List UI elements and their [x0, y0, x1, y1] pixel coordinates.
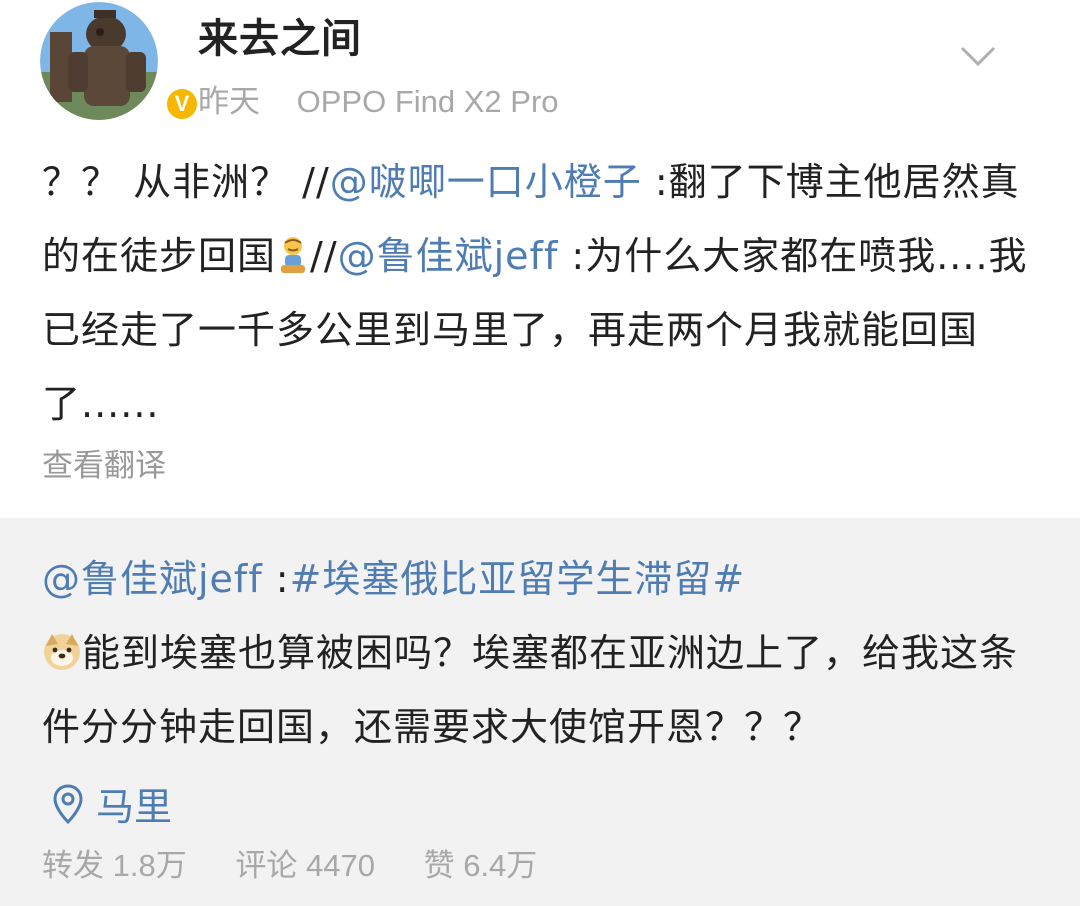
doge-emoji	[44, 634, 80, 670]
location-pin-icon	[53, 783, 83, 824]
verified-badge-icon: V	[164, 86, 200, 122]
repost-author-mention[interactable]: @鲁佳斌jeff	[42, 557, 263, 601]
mention-link-1[interactable]: @啵唧一口小橙子	[330, 160, 642, 204]
post-meta: 昨天 OPPO Find X2 Pro	[198, 76, 559, 121]
sitting-person-emoji	[281, 237, 306, 273]
repost-colon: :	[262, 557, 290, 601]
post-header: V 来去之间 昨天 OPPO Find X2 Pro	[0, 0, 1080, 130]
avatar-image	[40, 2, 158, 120]
post-text-part1: ？？ 从非洲？ //	[42, 160, 330, 204]
comment-count-item[interactable]: 评论 4470	[235, 848, 375, 883]
username[interactable]: 来去之间	[198, 6, 362, 64]
avatar[interactable]: V	[40, 2, 200, 122]
repost-count-item[interactable]: 转发 1.8万	[42, 848, 187, 883]
like-label: 赞	[423, 848, 455, 883]
weibo-post-detail: V 来去之间 昨天 OPPO Find X2 Pro ？？ 从非洲？ //@啵唧…	[0, 0, 1080, 906]
comment-label: 评论	[235, 848, 298, 883]
chevron-down-icon[interactable]	[958, 36, 998, 76]
reposted-content[interactable]: @鲁佳斌jeff :#埃塞俄比亚留学生滞留# 能到埃塞也算被困吗？埃塞都在亚洲边…	[0, 518, 1080, 906]
view-translation-link[interactable]: 查看翻译	[42, 440, 166, 485]
mention-link-2[interactable]: @鲁佳斌jeff	[338, 234, 559, 278]
like-count-item[interactable]: 赞 6.4万	[424, 848, 538, 883]
repost-text: @鲁佳斌jeff :#埃塞俄比亚留学生滞留# 能到埃塞也算被困吗？埃塞都在亚洲边…	[42, 542, 1042, 764]
post-text: ？？ 从非洲？ //@啵唧一口小橙子 :翻了下博主他居然真的在徒步回国 //@鲁…	[42, 145, 1042, 441]
location-name: 马里	[96, 785, 173, 829]
post-text-part3: //	[310, 234, 338, 278]
repost-body: 能到埃塞也算被困吗？埃塞都在亚洲边上了，给我这条件分分钟走回国，还需要求大使馆开…	[42, 631, 1019, 749]
comment-count: 4470	[305, 848, 375, 883]
repost-stats: 转发 1.8万 评论 4470 赞 6.4万	[42, 840, 577, 885]
post-time: 昨天	[198, 84, 260, 119]
post-device: OPPO Find X2 Pro	[296, 84, 559, 119]
location-tag[interactable]: 马里	[52, 776, 172, 831]
repost-count: 1.8万	[112, 848, 187, 883]
repost-label: 转发	[42, 848, 104, 883]
like-count: 6.4万	[463, 848, 538, 883]
hashtag-link[interactable]: #埃塞俄比亚留学生滞留#	[290, 557, 746, 601]
